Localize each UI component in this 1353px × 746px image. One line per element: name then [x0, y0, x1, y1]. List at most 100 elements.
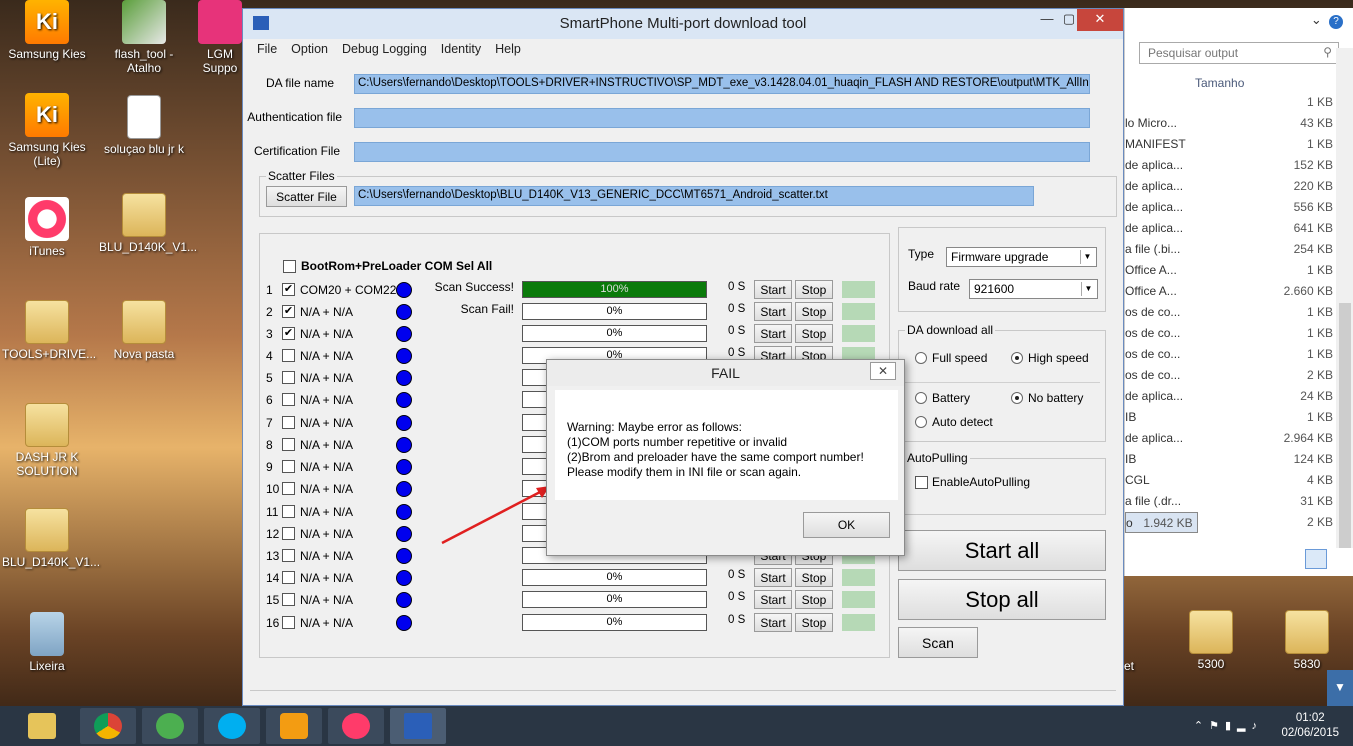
port-start-button[interactable]: Start: [754, 613, 792, 632]
port-checkbox[interactable]: [282, 460, 295, 473]
port-checkbox[interactable]: ✔: [282, 327, 295, 340]
port-start-button[interactable]: Start: [754, 280, 792, 299]
taskbar-download-tool[interactable]: [390, 708, 446, 744]
list-item[interactable]: de aplica... 152 KB: [1125, 155, 1337, 176]
port-stop-button[interactable]: Stop: [795, 280, 833, 299]
list-item[interactable]: os de co... 2 KB: [1125, 365, 1337, 386]
no-battery-radio[interactable]: [1011, 392, 1023, 404]
large-icons-view-icon[interactable]: [1330, 549, 1350, 569]
enable-autopulling-checkbox[interactable]: [915, 476, 928, 489]
certification-file-field[interactable]: [354, 142, 1090, 162]
port-stop-button[interactable]: Stop: [795, 613, 833, 632]
taskbar-media-player[interactable]: [266, 708, 322, 744]
list-item[interactable]: os de co... 1 KB: [1125, 323, 1337, 344]
menu-debug-logging[interactable]: Debug Logging: [342, 42, 427, 56]
port-checkbox[interactable]: [282, 371, 295, 384]
desktop-icon-nova-pasta[interactable]: Nova pasta: [99, 300, 189, 361]
type-select[interactable]: Firmware upgrade ▼: [946, 247, 1097, 267]
system-tray[interactable]: ⌃⚑▮▂♪: [1194, 719, 1263, 732]
desktop-icon-itunes[interactable]: iTunes: [2, 197, 92, 258]
authentication-file-field[interactable]: [354, 108, 1090, 128]
list-item[interactable]: de aplica... 2.964 KB: [1125, 428, 1337, 449]
list-item[interactable]: de aplica... 556 KB: [1125, 197, 1337, 218]
desktop-icon-lixeira[interactable]: Lixeira: [2, 612, 92, 673]
desktop-icon-5300[interactable]: 5300: [1166, 610, 1256, 671]
port-checkbox[interactable]: [282, 505, 295, 518]
scatter-file-field[interactable]: C:\Users\fernando\Desktop\BLU_D140K_V13_…: [354, 186, 1034, 206]
list-item[interactable]: 1 KB: [1125, 92, 1337, 113]
port-checkbox[interactable]: [282, 571, 295, 584]
stop-all-button[interactable]: Stop all: [898, 579, 1106, 620]
desktop-icon-5830[interactable]: 5830: [1262, 610, 1352, 671]
desktop-icon-samsung-kies[interactable]: Ki Samsung Kies: [2, 0, 92, 61]
da-file-field[interactable]: C:\Users\fernando\Desktop\TOOLS+DRIVER+I…: [354, 74, 1090, 94]
scroll-down-button[interactable]: ▼: [1327, 670, 1353, 706]
desktop-icon-samsung-kies-lite[interactable]: Ki Samsung Kies (Lite): [2, 93, 92, 168]
list-item[interactable]: de aplica... 220 KB: [1125, 176, 1337, 197]
list-item[interactable]: lo Micro... 43 KB: [1125, 113, 1337, 134]
port-checkbox[interactable]: [282, 593, 295, 606]
battery-radio[interactable]: [915, 392, 927, 404]
signal-icon[interactable]: ▂: [1237, 720, 1251, 732]
desktop-icon-blu-folder-1[interactable]: BLU_D140K_V1...: [99, 193, 197, 254]
port-stop-button[interactable]: Stop: [795, 590, 833, 609]
list-item[interactable]: a file (.dr... 31 KB: [1125, 491, 1337, 512]
dialog-title-bar[interactable]: FAIL ✕: [547, 360, 904, 386]
port-checkbox[interactable]: [282, 416, 295, 429]
scrollbar-thumb[interactable]: [1339, 303, 1351, 548]
details-view-icon[interactable]: [1305, 549, 1327, 569]
taskbar-skype[interactable]: [204, 708, 260, 744]
clock[interactable]: 01:02 02/06/2015: [1281, 711, 1339, 741]
full-speed-radio[interactable]: [915, 352, 927, 364]
port-checkbox[interactable]: [282, 527, 295, 540]
port-checkbox[interactable]: ✔: [282, 283, 295, 296]
port-checkbox[interactable]: [282, 349, 295, 362]
volume-icon[interactable]: ♪: [1252, 720, 1264, 732]
minimize-icon[interactable]: —: [1033, 9, 1061, 31]
list-item[interactable]: IB 1 KB: [1125, 407, 1337, 428]
port-stop-button[interactable]: Stop: [795, 568, 833, 587]
port-checkbox[interactable]: [282, 616, 295, 629]
desktop-icon-solucao[interactable]: soluçao blu jr k: [99, 95, 189, 156]
dialog-ok-button[interactable]: OK: [803, 512, 890, 538]
list-item[interactable]: de aplica... 641 KB: [1125, 218, 1337, 239]
port-start-button[interactable]: Start: [754, 568, 792, 587]
baud-rate-select[interactable]: 921600 ▼: [969, 279, 1098, 299]
sel-all-checkbox[interactable]: [283, 260, 296, 273]
list-item[interactable]: o 1.942 KB: [1125, 512, 1198, 533]
list-item[interactable]: os de co... 1 KB: [1125, 344, 1337, 365]
list-item[interactable]: CGL 4 KB: [1125, 470, 1337, 491]
high-speed-radio[interactable]: [1011, 352, 1023, 364]
explorer-scrollbar[interactable]: [1336, 48, 1353, 548]
list-item[interactable]: os de co... 1 KB: [1125, 302, 1337, 323]
port-checkbox[interactable]: ✔: [282, 305, 295, 318]
port-start-button[interactable]: Start: [754, 590, 792, 609]
auto-detect-radio[interactable]: [915, 416, 927, 428]
close-icon[interactable]: ✕: [1077, 9, 1123, 31]
taskbar-utorrent[interactable]: [142, 708, 198, 744]
menu-option[interactable]: Option: [291, 42, 328, 56]
port-checkbox[interactable]: [282, 549, 295, 562]
tray-chevron-icon[interactable]: ⌃: [1194, 720, 1209, 732]
desktop-icon-flash-tool[interactable]: flash_tool - Atalho: [99, 0, 189, 75]
desktop-icon-tools-driver[interactable]: TOOLS+DRIVE...: [2, 300, 96, 361]
taskbar-itunes[interactable]: [328, 708, 384, 744]
battery-icon[interactable]: ▮: [1225, 720, 1237, 732]
flag-icon[interactable]: ⚑: [1209, 720, 1225, 732]
column-header-size[interactable]: Tamanho: [1195, 76, 1244, 90]
port-start-button[interactable]: Start: [754, 324, 792, 343]
scatter-file-button[interactable]: Scatter File: [266, 186, 347, 207]
port-stop-button[interactable]: Stop: [795, 302, 833, 321]
help-icon[interactable]: ?: [1329, 15, 1343, 29]
desktop-icon-dash-jr[interactable]: DASH JR K SOLUTION: [2, 403, 92, 478]
list-item[interactable]: de aplica... 24 KB: [1125, 386, 1337, 407]
menu-identity[interactable]: Identity: [441, 42, 481, 56]
port-checkbox[interactable]: [282, 438, 295, 451]
menu-file[interactable]: File: [257, 42, 277, 56]
desktop-icon-blu-folder-2[interactable]: BLU_D140K_V1...: [2, 508, 100, 569]
port-checkbox[interactable]: [282, 482, 295, 495]
desktop-icon-lgm[interactable]: LGM Suppo: [190, 0, 250, 75]
explorer-search-input[interactable]: Pesquisar output ⚲: [1139, 42, 1339, 64]
explorer-controls[interactable]: ⌄ ?: [1311, 12, 1343, 29]
port-start-button[interactable]: Start: [754, 302, 792, 321]
